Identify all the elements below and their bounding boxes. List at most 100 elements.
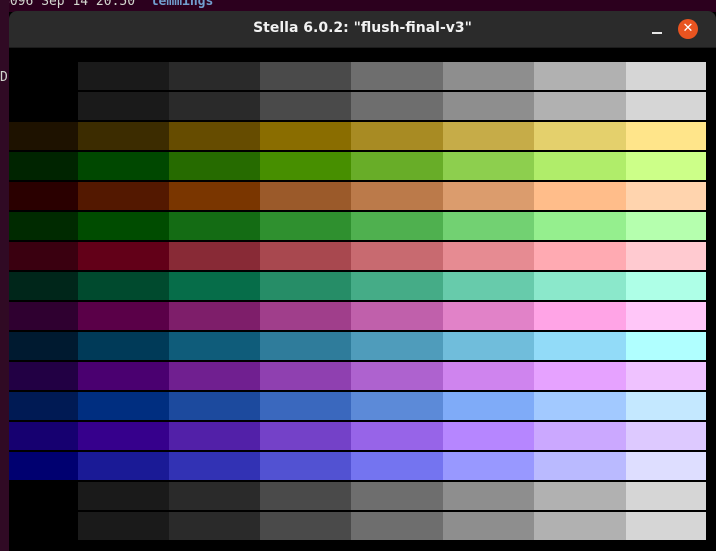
palette-swatch bbox=[351, 272, 443, 300]
palette-swatch bbox=[169, 332, 260, 360]
palette-swatch bbox=[260, 152, 351, 180]
palette-swatch bbox=[351, 452, 443, 480]
palette-swatch bbox=[260, 242, 351, 270]
palette-swatch bbox=[534, 302, 626, 330]
palette-swatch bbox=[169, 242, 260, 270]
palette-swatch bbox=[534, 152, 626, 180]
palette-swatch bbox=[534, 482, 626, 510]
palette-swatch bbox=[534, 212, 626, 240]
palette-swatch bbox=[9, 62, 78, 90]
palette-swatch bbox=[626, 182, 706, 210]
palette-swatch bbox=[534, 182, 626, 210]
palette-swatch bbox=[260, 332, 351, 360]
terminal-line-text: 4096 Sep 14 20:50 bbox=[2, 0, 151, 9]
palette-swatch bbox=[626, 452, 706, 480]
palette-row bbox=[9, 92, 706, 120]
palette-swatch bbox=[78, 92, 169, 120]
minimize-button[interactable] bbox=[647, 19, 667, 39]
palette-swatch bbox=[626, 482, 706, 510]
palette-swatch bbox=[78, 482, 169, 510]
palette-swatch bbox=[534, 422, 626, 450]
terminal-line: 4096 Sep 14 20:50 lemmings bbox=[2, 0, 213, 9]
palette-row bbox=[9, 302, 706, 330]
palette-swatch bbox=[443, 302, 534, 330]
palette-swatch bbox=[351, 92, 443, 120]
palette-row bbox=[9, 332, 706, 360]
palette-swatch bbox=[9, 152, 78, 180]
palette-row bbox=[9, 512, 706, 540]
palette-row bbox=[9, 182, 706, 210]
palette-row bbox=[9, 362, 706, 390]
palette-swatch bbox=[169, 272, 260, 300]
palette-swatch bbox=[351, 392, 443, 420]
palette-swatch bbox=[626, 152, 706, 180]
palette-row bbox=[9, 242, 706, 270]
window-title: Stella 6.0.2: "flush-final-v3" bbox=[253, 20, 472, 36]
terminal-char: D bbox=[0, 70, 8, 85]
palette-swatch bbox=[9, 212, 78, 240]
palette-swatch bbox=[78, 62, 169, 90]
palette-swatch bbox=[443, 362, 534, 390]
palette-swatch bbox=[9, 92, 78, 120]
palette-swatch bbox=[260, 362, 351, 390]
palette-swatch bbox=[169, 482, 260, 510]
palette-swatch bbox=[351, 212, 443, 240]
palette-swatch bbox=[626, 392, 706, 420]
palette-swatch bbox=[443, 332, 534, 360]
palette-swatch bbox=[9, 362, 78, 390]
palette-swatch bbox=[626, 122, 706, 150]
palette-swatch bbox=[78, 242, 169, 270]
palette-swatch bbox=[534, 362, 626, 390]
palette-swatch bbox=[78, 512, 169, 540]
palette-swatch bbox=[78, 392, 169, 420]
palette-swatch bbox=[626, 332, 706, 360]
title-bar[interactable]: Stella 6.0.2: "flush-final-v3" ✕ bbox=[9, 11, 716, 48]
palette-swatch bbox=[443, 422, 534, 450]
palette-swatch bbox=[351, 152, 443, 180]
palette-swatch bbox=[260, 482, 351, 510]
palette-swatch bbox=[443, 152, 534, 180]
palette-swatch bbox=[78, 422, 169, 450]
palette-swatch bbox=[351, 242, 443, 270]
palette-swatch bbox=[626, 422, 706, 450]
palette-swatch bbox=[78, 122, 169, 150]
palette-swatch bbox=[626, 92, 706, 120]
palette-swatch bbox=[351, 482, 443, 510]
palette-swatch bbox=[260, 92, 351, 120]
palette-swatch bbox=[169, 182, 260, 210]
palette-swatch bbox=[443, 212, 534, 240]
palette-swatch bbox=[9, 392, 78, 420]
palette-row bbox=[9, 212, 706, 240]
palette-swatch bbox=[169, 122, 260, 150]
palette-swatch bbox=[78, 452, 169, 480]
palette-swatch bbox=[534, 272, 626, 300]
palette-swatch bbox=[443, 512, 534, 540]
palette-swatch bbox=[260, 422, 351, 450]
palette-swatch bbox=[260, 212, 351, 240]
palette-swatch bbox=[169, 362, 260, 390]
palette-swatch bbox=[9, 332, 78, 360]
palette-swatch bbox=[9, 482, 78, 510]
palette-swatch bbox=[626, 362, 706, 390]
palette-swatch bbox=[443, 392, 534, 420]
palette-swatch bbox=[260, 392, 351, 420]
palette-swatch bbox=[9, 122, 78, 150]
palette-swatch bbox=[443, 92, 534, 120]
palette-swatch bbox=[534, 452, 626, 480]
palette-swatch bbox=[169, 422, 260, 450]
palette-swatch bbox=[260, 272, 351, 300]
palette-swatch bbox=[534, 392, 626, 420]
palette-swatch bbox=[9, 302, 78, 330]
palette-swatch bbox=[260, 182, 351, 210]
palette-swatch bbox=[626, 512, 706, 540]
palette-swatch bbox=[443, 482, 534, 510]
palette-swatch bbox=[169, 392, 260, 420]
close-button[interactable]: ✕ bbox=[678, 19, 698, 39]
palette-swatch bbox=[78, 182, 169, 210]
palette-swatch bbox=[626, 302, 706, 330]
palette-swatch bbox=[260, 122, 351, 150]
palette-swatch bbox=[534, 62, 626, 90]
palette-swatch bbox=[351, 512, 443, 540]
color-palette bbox=[9, 62, 706, 542]
palette-swatch bbox=[534, 332, 626, 360]
